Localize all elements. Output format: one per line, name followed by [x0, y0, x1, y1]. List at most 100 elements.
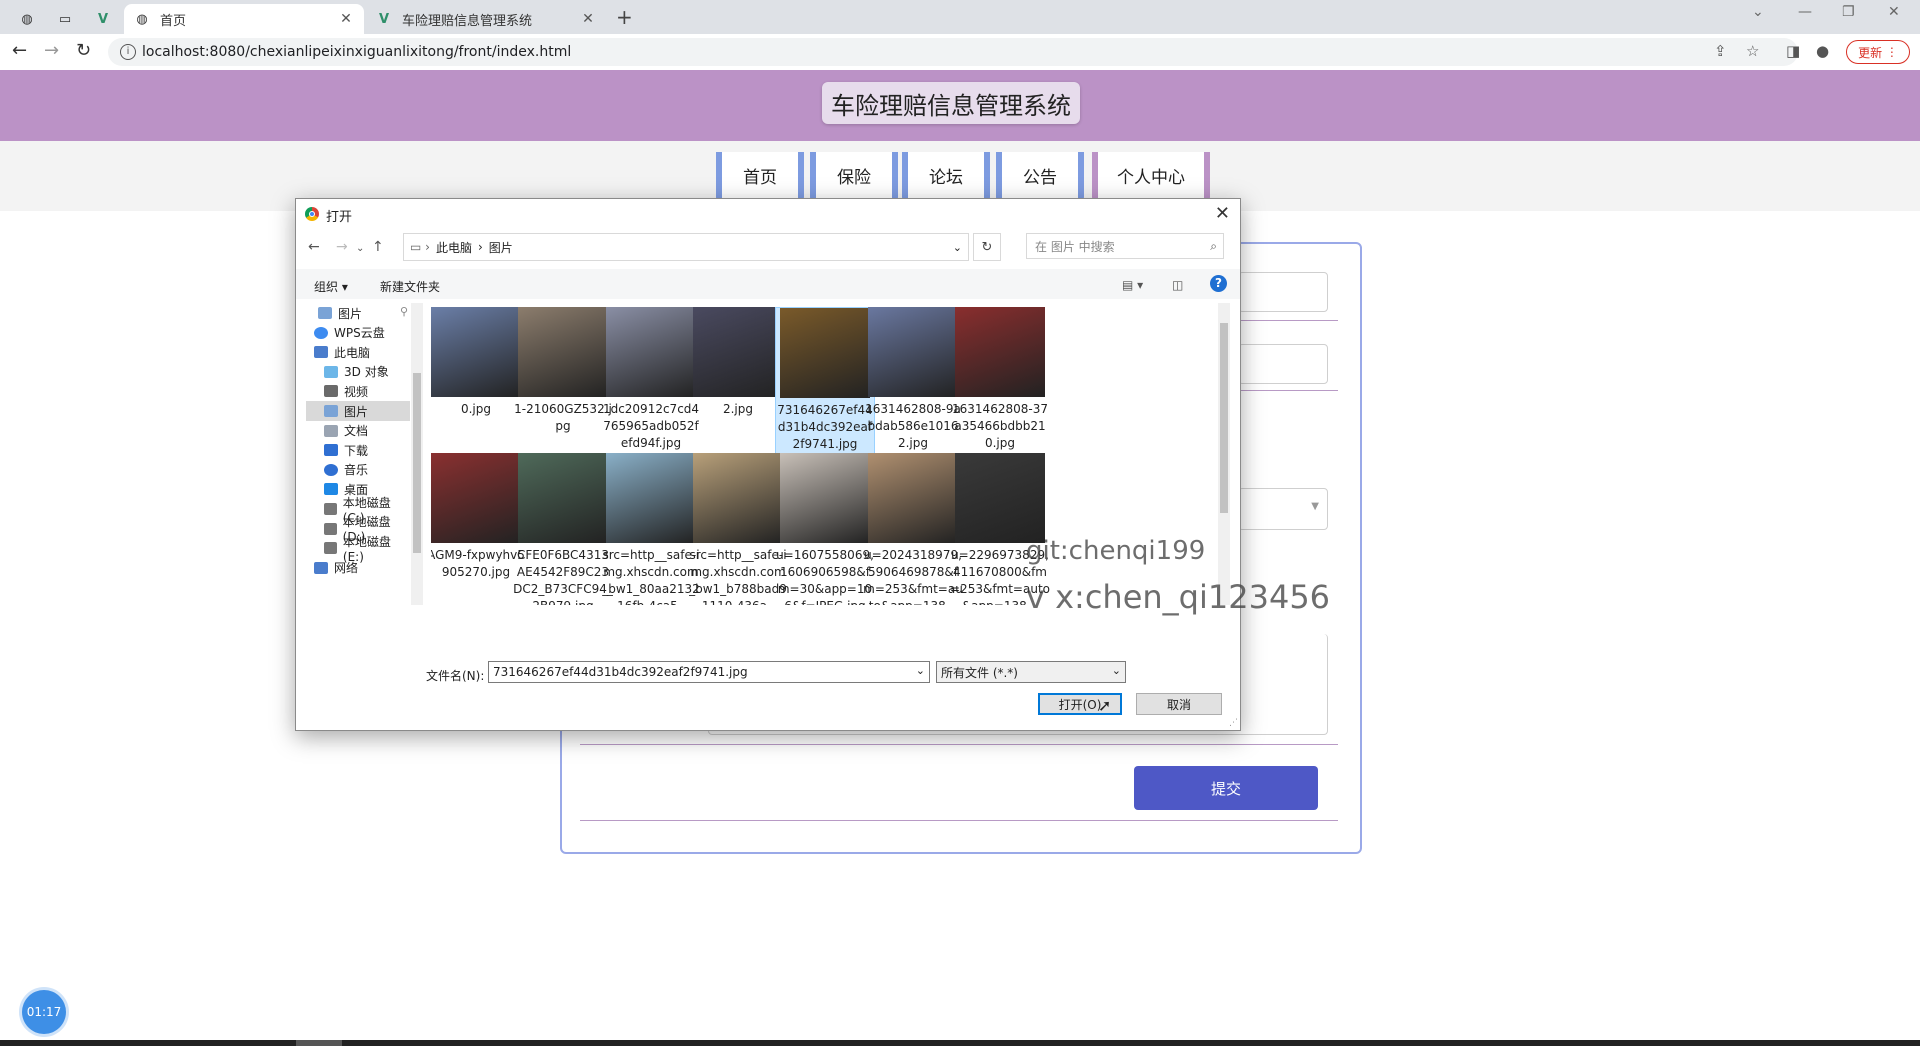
info-icon[interactable]: i — [120, 44, 136, 60]
documents-icon — [324, 424, 338, 437]
close-icon[interactable]: ✕ — [580, 11, 596, 27]
refresh-icon[interactable]: ↻ — [973, 233, 1001, 261]
tab-title: 首页 — [160, 13, 187, 29]
window-close-icon[interactable]: ✕ — [1888, 4, 1900, 20]
file-item[interactable]: CFE0F6BC4313AE4542F89C23DC2_B73CFC94_2B9… — [513, 453, 613, 605]
file-item[interactable]: 0.jpg — [431, 307, 526, 418]
vue-logo-icon: V — [97, 11, 109, 27]
up-icon[interactable]: ↑ — [372, 239, 384, 255]
share-icon[interactable]: ⇪ — [1714, 42, 1727, 60]
sidebar-item[interactable]: 图片 — [306, 401, 410, 421]
form-input[interactable] — [1238, 272, 1328, 312]
update-button[interactable]: 更新 ⋮ — [1846, 40, 1910, 64]
sidebar-item-label: WPS云盘 — [334, 326, 385, 341]
sidebar-item[interactable]: 图片 — [306, 303, 410, 323]
search-input[interactable]: 在 图片 中搜索 ⌕ — [1026, 233, 1224, 259]
recent-dropdown-icon[interactable]: ⌄ — [356, 243, 364, 254]
tab-home[interactable]: ◍ 首页 ✕ — [124, 4, 364, 34]
view-options-icon[interactable]: ▤ ▾ — [1122, 278, 1143, 292]
divider — [580, 744, 1338, 745]
organize-button[interactable]: 组织 ▾ — [314, 278, 348, 295]
profile-icon[interactable]: ● — [1816, 42, 1829, 60]
file-name: 1-21060GZ532.jpg — [514, 402, 612, 433]
breadcrumb-item[interactable]: 此电脑 — [436, 239, 472, 256]
file-item[interactable]: src=http__safe-img.xhscdn.com_bw1_80aa21… — [601, 453, 701, 605]
file-item[interactable]: AGM9-fxpwyhv5905270.jpg — [431, 453, 526, 581]
sidebar-item[interactable]: 下载 — [306, 440, 410, 460]
minimize-icon[interactable]: — — [1798, 4, 1812, 20]
breadcrumb-item[interactable]: 图片 — [489, 239, 513, 256]
help-icon[interactable]: ? — [1210, 275, 1227, 292]
form-input[interactable] — [1238, 344, 1328, 384]
sidebar-item[interactable]: 3D 对象 — [306, 362, 410, 382]
nav-insurance[interactable]: 保险 — [810, 152, 898, 203]
restore-icon[interactable]: ❐ — [1842, 4, 1855, 20]
mouse-cursor-icon: ➚ — [1098, 696, 1112, 715]
forward-icon[interactable]: → — [44, 40, 59, 61]
form-select[interactable]: ▼ — [1238, 488, 1328, 530]
music-icon — [324, 463, 338, 476]
file-item[interactable]: 731646267ef44d31b4dc392eaf2f9741.jpg — [775, 307, 875, 454]
sidebar-item[interactable]: 此电脑 — [306, 342, 410, 362]
divider — [1238, 390, 1338, 391]
sidepanel-icon[interactable]: ◨ — [1786, 42, 1800, 60]
sidebar-item[interactable]: 本地磁盘 (E:) — [306, 535, 410, 564]
filetype-select[interactable]: 所有文件 (*.*) ⌄ — [936, 661, 1126, 683]
sidebar-item[interactable]: WPS云盘 — [306, 323, 410, 343]
pinned-tab[interactable]: V — [86, 4, 120, 34]
drive-icon — [324, 542, 337, 555]
file-item[interactable]: src=http__safe-img.xhscdn.com_bw1_b788ba… — [688, 453, 788, 605]
url-field[interactable]: i localhost:8080/chexianlipeixinxiguanli… — [108, 38, 1798, 66]
back-icon[interactable]: ← — [308, 239, 320, 255]
site-title: 车险理赔信息管理系统 — [822, 82, 1080, 124]
breadcrumb[interactable]: ▭ › 此电脑 › 图片 ⌄ — [403, 233, 969, 261]
tab-search-icon[interactable]: ⌄ — [1752, 4, 1764, 20]
image-thumbnail — [955, 453, 1045, 543]
image-thumbnail — [606, 453, 696, 543]
nav-home[interactable]: 首页 — [716, 152, 804, 203]
chevron-down-icon[interactable]: ⌄ — [916, 664, 925, 677]
scrollbar-thumb[interactable] — [1220, 323, 1228, 513]
sidebar-item[interactable]: 网络 — [306, 558, 410, 578]
divider — [580, 820, 1338, 821]
tab-system[interactable]: V 车险理赔信息管理系统 ✕ — [366, 4, 606, 34]
file-item[interactable]: u=2024318979,5906469878&fm=253&fmt=auto&… — [863, 453, 963, 605]
new-tab-button[interactable]: + — [616, 5, 633, 29]
computer-icon — [314, 346, 328, 359]
chrome-icon — [305, 207, 319, 221]
file-item[interactable]: 1631462808-9abdab586e10162.jpg — [863, 307, 963, 452]
nav-forum[interactable]: 论坛 — [902, 152, 990, 203]
resize-grip-icon[interactable]: ⋰ — [1229, 718, 1238, 728]
cancel-button[interactable]: 取消 — [1136, 693, 1222, 715]
file-item[interactable]: 1-21060GZ532.jpg — [513, 307, 613, 435]
file-item[interactable]: 1631462808-37a35466bdbb210.jpg — [950, 307, 1050, 452]
pictures-folder-icon — [324, 405, 338, 417]
scrollbar[interactable] — [411, 303, 423, 605]
browser-tab-strip: ◍ ▭ V ◍ 首页 ✕ V 车险理赔信息管理系统 ✕ + ⌄ — ❐ ✕ — [0, 0, 1920, 34]
submit-button[interactable]: 提交 — [1134, 766, 1318, 810]
nav-notice[interactable]: 公告 — [996, 152, 1084, 203]
scrollbar-thumb[interactable] — [413, 373, 421, 553]
reload-icon[interactable]: ↻ — [76, 40, 91, 61]
preview-pane-icon[interactable]: ◫ — [1172, 278, 1183, 292]
close-icon[interactable]: ✕ — [338, 11, 354, 27]
sidebar-item[interactable]: 视频 — [306, 381, 410, 401]
nav-personal-center[interactable]: 个人中心 — [1092, 152, 1210, 203]
back-icon[interactable]: ← — [12, 40, 27, 61]
sidebar-item[interactable]: 音乐 — [306, 460, 410, 480]
close-icon[interactable]: ✕ — [1215, 203, 1230, 224]
star-icon[interactable]: ☆ — [1746, 42, 1759, 60]
file-item[interactable]: u=1607558069,1606906598&fm=30&app=106&f=… — [775, 453, 875, 605]
file-item[interactable]: 2.jpg — [688, 307, 788, 418]
pinned-tab[interactable]: ◍ — [10, 4, 44, 34]
file-open-dialog: 打开 ✕ ← → ⌄ ↑ ▭ › 此电脑 › 图片 ⌄ ↻ 在 图片 中搜索 ⌕… — [295, 198, 1241, 731]
forward-icon[interactable]: → — [336, 239, 348, 255]
pinned-tab[interactable]: ▭ — [48, 4, 82, 34]
filetype-value: 所有文件 (*.*) — [941, 665, 1018, 680]
filename-input[interactable]: 731646267ef44d31b4dc392eaf2f9741.jpg ⌄ — [488, 661, 930, 683]
sidebar-item[interactable]: 文档 — [306, 421, 410, 441]
scrollbar[interactable] — [1218, 303, 1230, 605]
chevron-down-icon[interactable]: ⌄ — [953, 241, 962, 254]
file-item[interactable]: 1dc20912c7cd4765965adb052fefd94f.jpg — [601, 307, 701, 452]
new-folder-button[interactable]: 新建文件夹 — [380, 278, 440, 295]
